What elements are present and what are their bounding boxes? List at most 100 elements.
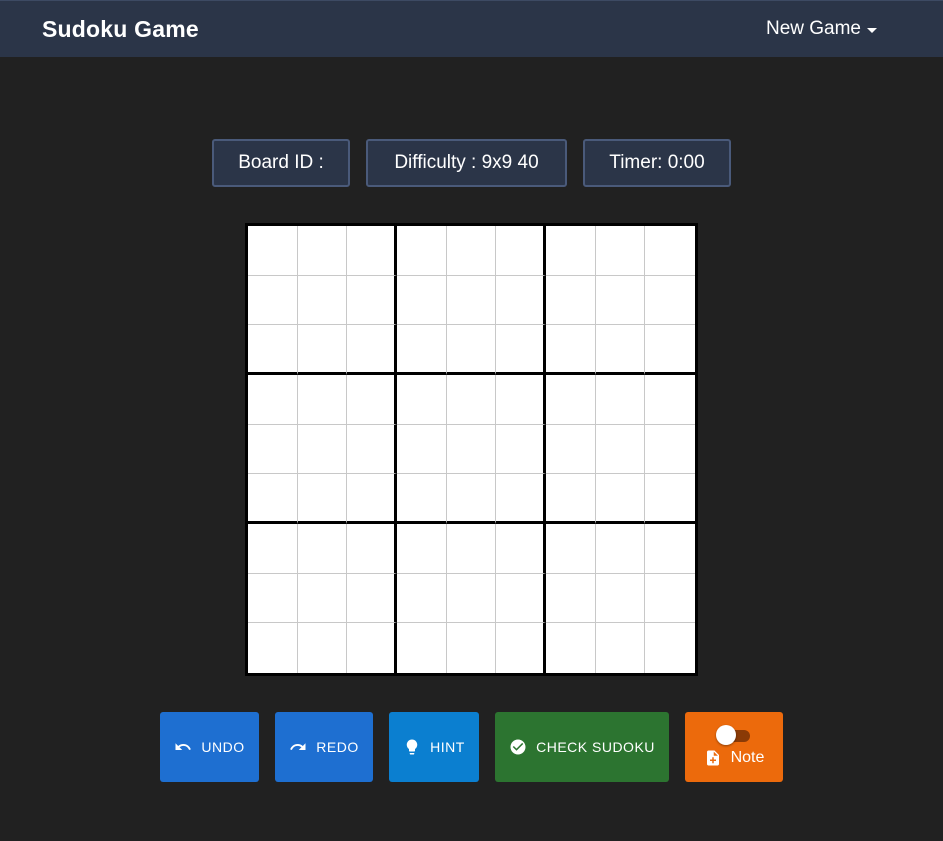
sudoku-cell[interactable] bbox=[496, 623, 546, 673]
sudoku-cell[interactable] bbox=[248, 325, 298, 375]
toggle-knob bbox=[716, 724, 736, 745]
new-game-dropdown[interactable]: New Game bbox=[766, 18, 877, 40]
sudoku-cell[interactable] bbox=[645, 226, 695, 276]
app-title[interactable]: Sudoku Game bbox=[42, 16, 199, 43]
sudoku-cell[interactable] bbox=[645, 574, 695, 624]
note-toggle[interactable] bbox=[716, 724, 752, 745]
sudoku-cell[interactable] bbox=[546, 375, 596, 425]
sudoku-cell[interactable] bbox=[248, 623, 298, 673]
sudoku-cell[interactable] bbox=[397, 623, 447, 673]
sudoku-cell[interactable] bbox=[496, 524, 546, 574]
sudoku-cell[interactable] bbox=[645, 623, 695, 673]
sudoku-cell[interactable] bbox=[645, 276, 695, 326]
sudoku-cell[interactable] bbox=[546, 573, 596, 624]
sudoku-cell[interactable] bbox=[546, 424, 596, 475]
sudoku-cell[interactable] bbox=[496, 573, 546, 624]
note-button[interactable]: Note bbox=[685, 712, 783, 782]
note-label: Note bbox=[730, 748, 765, 766]
sudoku-cell[interactable] bbox=[297, 325, 348, 375]
sudoku-cell[interactable] bbox=[446, 424, 497, 475]
sudoku-cell[interactable] bbox=[347, 623, 397, 673]
sudoku-cell[interactable] bbox=[397, 275, 447, 326]
sudoku-cell[interactable] bbox=[496, 474, 546, 524]
sudoku-cell[interactable] bbox=[447, 623, 497, 673]
navbar: Sudoku Game New Game bbox=[0, 0, 943, 57]
sudoku-cell[interactable] bbox=[297, 524, 348, 574]
sudoku-cell[interactable] bbox=[397, 226, 447, 276]
sudoku-cell[interactable] bbox=[496, 375, 546, 425]
sudoku-cell[interactable] bbox=[347, 474, 397, 524]
sudoku-cell[interactable] bbox=[347, 573, 397, 624]
redo-button[interactable]: REDO bbox=[275, 712, 373, 782]
sudoku-cell[interactable] bbox=[347, 226, 397, 276]
sudoku-cell[interactable] bbox=[397, 375, 447, 425]
sudoku-cell[interactable] bbox=[397, 524, 447, 574]
caret-down-icon bbox=[867, 27, 877, 33]
sudoku-cell[interactable] bbox=[496, 275, 546, 326]
sudoku-cell[interactable] bbox=[397, 325, 447, 375]
note-row: Note bbox=[704, 748, 765, 767]
sudoku-cell[interactable] bbox=[347, 424, 397, 475]
sudoku-cell[interactable] bbox=[596, 623, 646, 673]
sudoku-cell[interactable] bbox=[397, 474, 447, 524]
sudoku-cell[interactable] bbox=[546, 275, 596, 326]
sudoku-cell[interactable] bbox=[298, 623, 348, 673]
sudoku-cell[interactable] bbox=[297, 375, 348, 425]
sudoku-cell[interactable] bbox=[297, 275, 348, 326]
sudoku-cell[interactable] bbox=[446, 325, 497, 375]
sudoku-cell[interactable] bbox=[546, 623, 596, 673]
sudoku-cell[interactable] bbox=[546, 524, 596, 574]
sudoku-page: Sudoku Game New Game Board ID : Difficul… bbox=[0, 0, 943, 841]
sudoku-cell[interactable] bbox=[595, 375, 646, 425]
note-add-icon bbox=[704, 749, 722, 767]
sudoku-cell[interactable] bbox=[397, 424, 447, 475]
sudoku-cell[interactable] bbox=[595, 474, 646, 524]
sudoku-cell[interactable] bbox=[248, 375, 298, 425]
sudoku-cell[interactable] bbox=[595, 226, 646, 276]
hint-button[interactable]: HINT bbox=[389, 712, 479, 782]
sudoku-cell[interactable] bbox=[645, 375, 695, 425]
sudoku-cell[interactable] bbox=[248, 474, 298, 524]
lightbulb-icon bbox=[403, 738, 421, 756]
sudoku-cell[interactable] bbox=[347, 325, 397, 375]
sudoku-cell[interactable] bbox=[397, 573, 447, 624]
sudoku-cell[interactable] bbox=[446, 474, 497, 524]
sudoku-cell[interactable] bbox=[446, 275, 497, 326]
sudoku-cell[interactable] bbox=[595, 573, 646, 624]
sudoku-cell[interactable] bbox=[248, 424, 298, 475]
sudoku-cell[interactable] bbox=[645, 325, 695, 375]
sudoku-cell[interactable] bbox=[595, 524, 646, 574]
sudoku-cell[interactable] bbox=[347, 275, 397, 326]
sudoku-cell[interactable] bbox=[496, 424, 546, 475]
sudoku-cell[interactable] bbox=[446, 524, 497, 574]
sudoku-cell[interactable] bbox=[595, 325, 646, 375]
sudoku-cell[interactable] bbox=[446, 226, 497, 276]
undo-button[interactable]: UNDO bbox=[160, 712, 259, 782]
sudoku-cell[interactable] bbox=[297, 573, 348, 624]
sudoku-cell[interactable] bbox=[595, 424, 646, 475]
sudoku-cell[interactable] bbox=[595, 275, 646, 326]
sudoku-cell[interactable] bbox=[446, 573, 497, 624]
sudoku-cell[interactable] bbox=[546, 226, 596, 276]
sudoku-cell[interactable] bbox=[297, 424, 348, 475]
sudoku-cell[interactable] bbox=[248, 573, 298, 624]
difficulty-display: Difficulty : 9x9 40 bbox=[366, 139, 567, 187]
sudoku-cell[interactable] bbox=[645, 524, 695, 574]
sudoku-cell[interactable] bbox=[645, 474, 695, 524]
sudoku-cell[interactable] bbox=[347, 375, 397, 425]
sudoku-cell[interactable] bbox=[248, 275, 298, 326]
sudoku-cell[interactable] bbox=[347, 524, 397, 574]
redo-label: REDO bbox=[316, 739, 359, 755]
sudoku-cell[interactable] bbox=[297, 226, 348, 276]
timer-display: Timer: 0:00 bbox=[583, 139, 731, 187]
sudoku-cell[interactable] bbox=[297, 474, 348, 524]
sudoku-cell[interactable] bbox=[248, 524, 298, 574]
sudoku-cell[interactable] bbox=[248, 226, 298, 276]
sudoku-cell[interactable] bbox=[546, 474, 596, 524]
sudoku-cell[interactable] bbox=[446, 375, 497, 425]
sudoku-cell[interactable] bbox=[546, 325, 596, 375]
sudoku-cell[interactable] bbox=[645, 425, 695, 475]
sudoku-cell[interactable] bbox=[496, 226, 546, 276]
check-sudoku-button[interactable]: CHECK SUDOKU bbox=[495, 712, 669, 782]
sudoku-cell[interactable] bbox=[496, 325, 546, 375]
